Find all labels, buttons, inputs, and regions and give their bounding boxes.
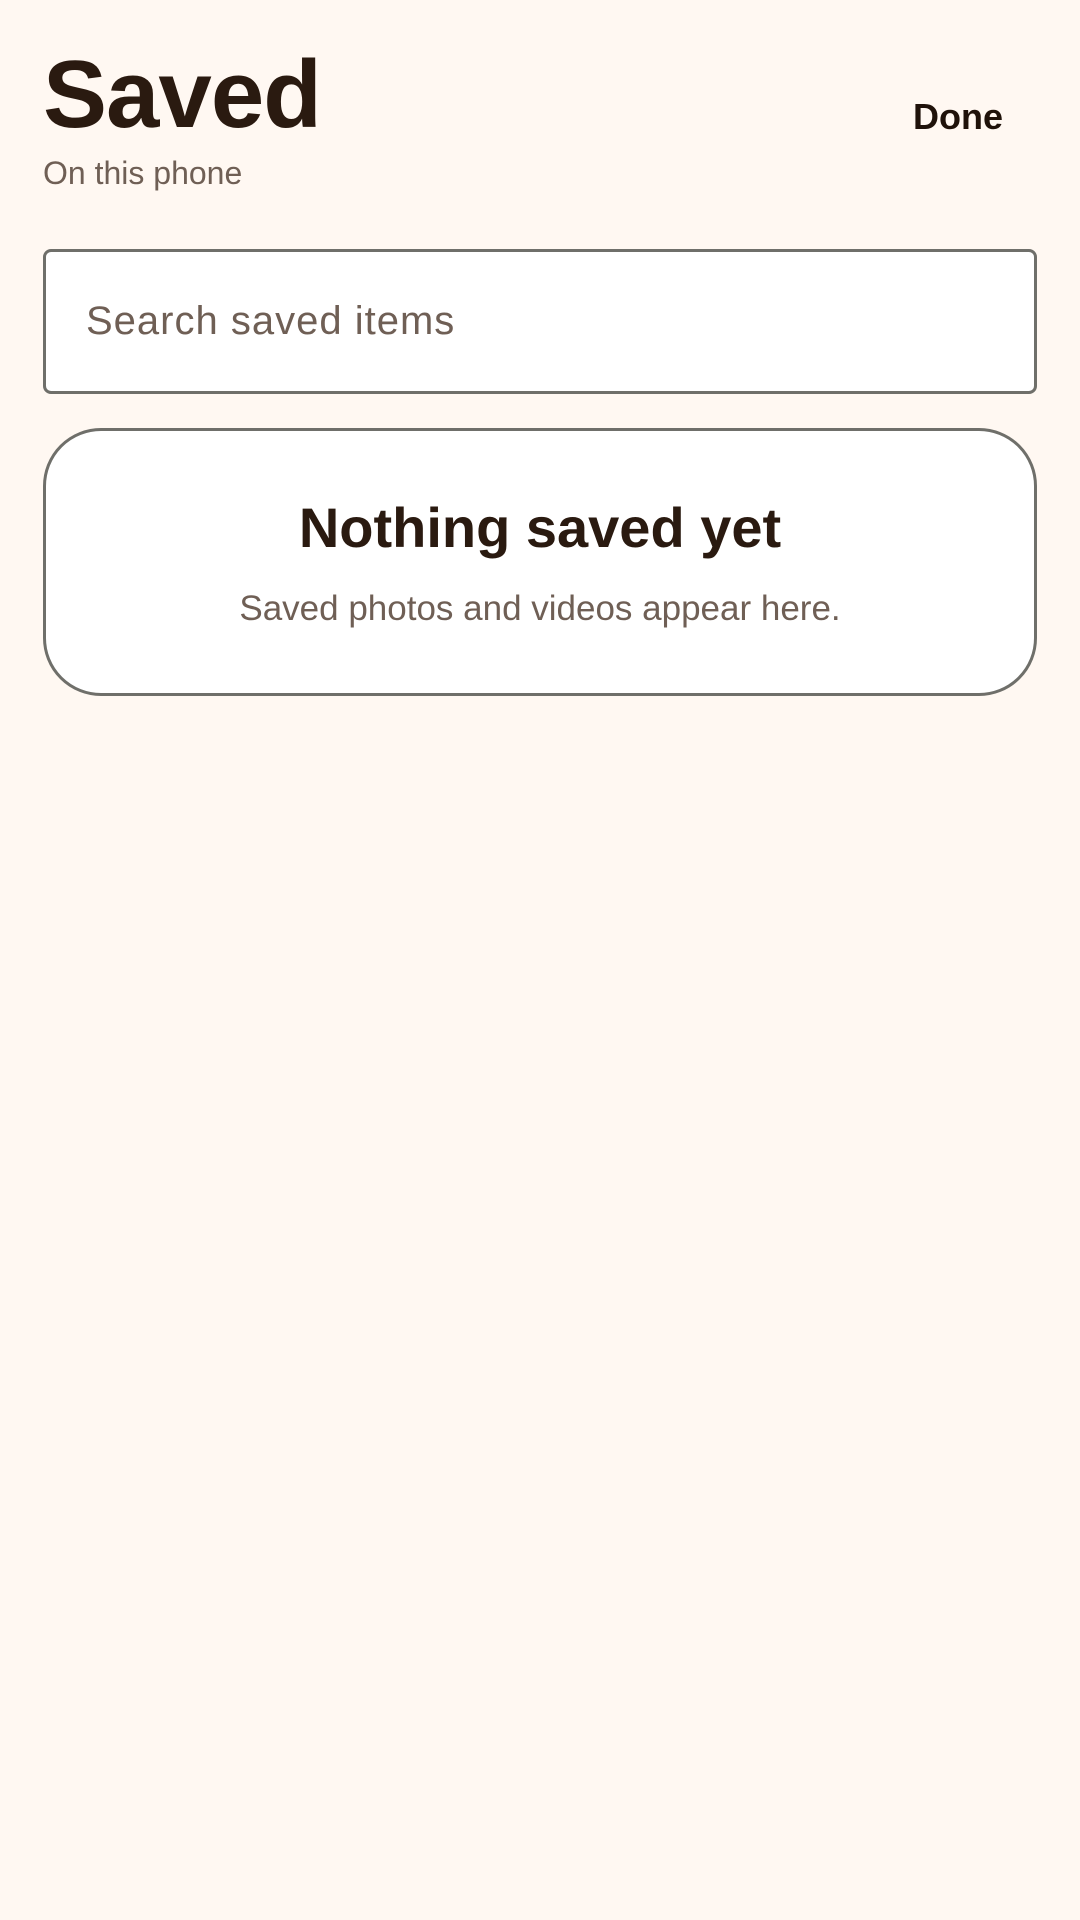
- page-subtitle: On this phone: [43, 155, 243, 191]
- search-input[interactable]: [46, 252, 1034, 391]
- search-field-container: [43, 249, 1037, 394]
- done-button[interactable]: Done: [899, 88, 1017, 146]
- page-title: Saved: [43, 41, 322, 148]
- empty-state-card: Nothing saved yet Saved photos and video…: [43, 428, 1037, 696]
- empty-state-message: Saved photos and videos appear here.: [239, 589, 841, 628]
- saved-screen: Saved On this phone Done Nothing saved y…: [0, 0, 1080, 1920]
- header: Saved On this phone Done: [43, 40, 1037, 200]
- empty-state-title: Nothing saved yet: [298, 496, 782, 559]
